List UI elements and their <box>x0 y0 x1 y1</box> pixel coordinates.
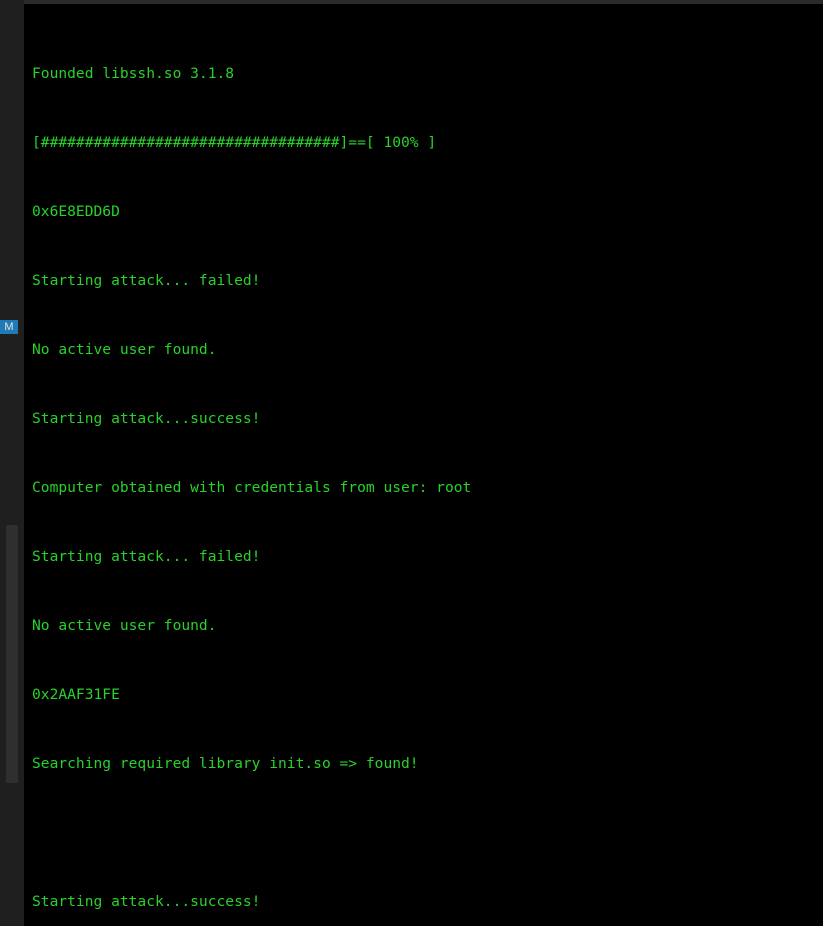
terminal-line: Computer obtained with credentials from … <box>32 476 815 499</box>
terminal-line: Starting attack...success! <box>32 890 815 913</box>
gutter-scroll-indicator <box>6 525 18 783</box>
terminal-line: [##################################]==[ … <box>32 131 815 154</box>
terminal-line: Searching required library init.so => fo… <box>32 752 815 775</box>
terminal-line: Starting attack... failed! <box>32 545 815 568</box>
terminal-line: No active user found. <box>32 338 815 361</box>
terminal-line: Starting attack...success! <box>32 407 815 430</box>
terminal-line: Starting attack... failed! <box>32 269 815 292</box>
terminal-line: Founded libssh.so 3.1.8 <box>32 62 815 85</box>
terminal-output-panel[interactable]: Founded libssh.so 3.1.8 [###############… <box>24 0 823 926</box>
gutter-marker: M <box>0 320 18 334</box>
terminal-line: No active user found. <box>32 614 815 637</box>
terminal-line: 0x6E8EDD6D <box>32 200 815 223</box>
terminal-line <box>32 821 815 844</box>
terminal-line: 0x2AAF31FE <box>32 683 815 706</box>
editor-gutter: M <box>0 0 24 926</box>
